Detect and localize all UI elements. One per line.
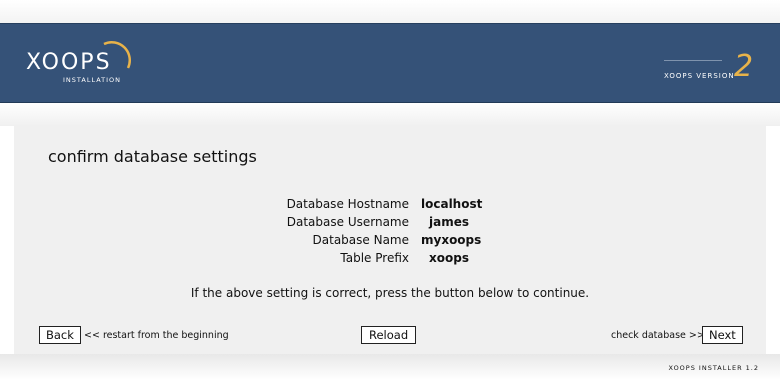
setting-value: james: [429, 215, 469, 229]
next-hint: check database >>: [611, 330, 705, 341]
instruction-text: If the above setting is correct, press t…: [190, 286, 590, 300]
version-number: 2: [734, 49, 754, 84]
setting-row-username: Database Username james: [14, 213, 766, 231]
next-button[interactable]: Next: [702, 326, 743, 344]
back-hint: << restart from the beginning: [84, 330, 229, 341]
setting-value: localhost: [421, 197, 483, 211]
setting-row-hostname: Database Hostname localhost: [14, 195, 766, 213]
page-title: confirm database settings: [48, 147, 257, 166]
header-banner: XOOPS INSTALLATION XOOPS VERSION 2: [0, 23, 780, 103]
footer: [0, 354, 780, 380]
logo-subtitle: INSTALLATION: [63, 76, 122, 84]
logo-text: XOOPS: [26, 50, 112, 75]
setting-label: Database Username: [286, 215, 409, 229]
setting-row-dbname: Database Name myxoops: [14, 231, 766, 249]
top-spacer: [0, 0, 780, 23]
footer-text: XOOPS INSTALLER 1.2: [668, 364, 759, 372]
setting-label: Database Name: [312, 233, 409, 247]
settings-list: Database Hostname localhost Database Use…: [14, 195, 766, 267]
setting-label: Database Hostname: [286, 197, 409, 211]
content-panel: confirm database settings Database Hostn…: [14, 126, 766, 354]
setting-value: myxoops: [421, 233, 482, 247]
xoops-logo: XOOPS INSTALLATION: [26, 36, 156, 94]
setting-row-prefix: Table Prefix xoops: [14, 249, 766, 267]
version-badge: XOOPS VERSION 2: [650, 50, 760, 90]
header-divider: [0, 103, 780, 126]
reload-button[interactable]: Reload: [361, 326, 417, 344]
version-label: XOOPS VERSION: [664, 72, 735, 80]
setting-value: xoops: [429, 251, 469, 265]
setting-label: Table Prefix: [340, 251, 409, 265]
version-divider: [664, 60, 722, 61]
back-button[interactable]: Back: [39, 326, 81, 344]
